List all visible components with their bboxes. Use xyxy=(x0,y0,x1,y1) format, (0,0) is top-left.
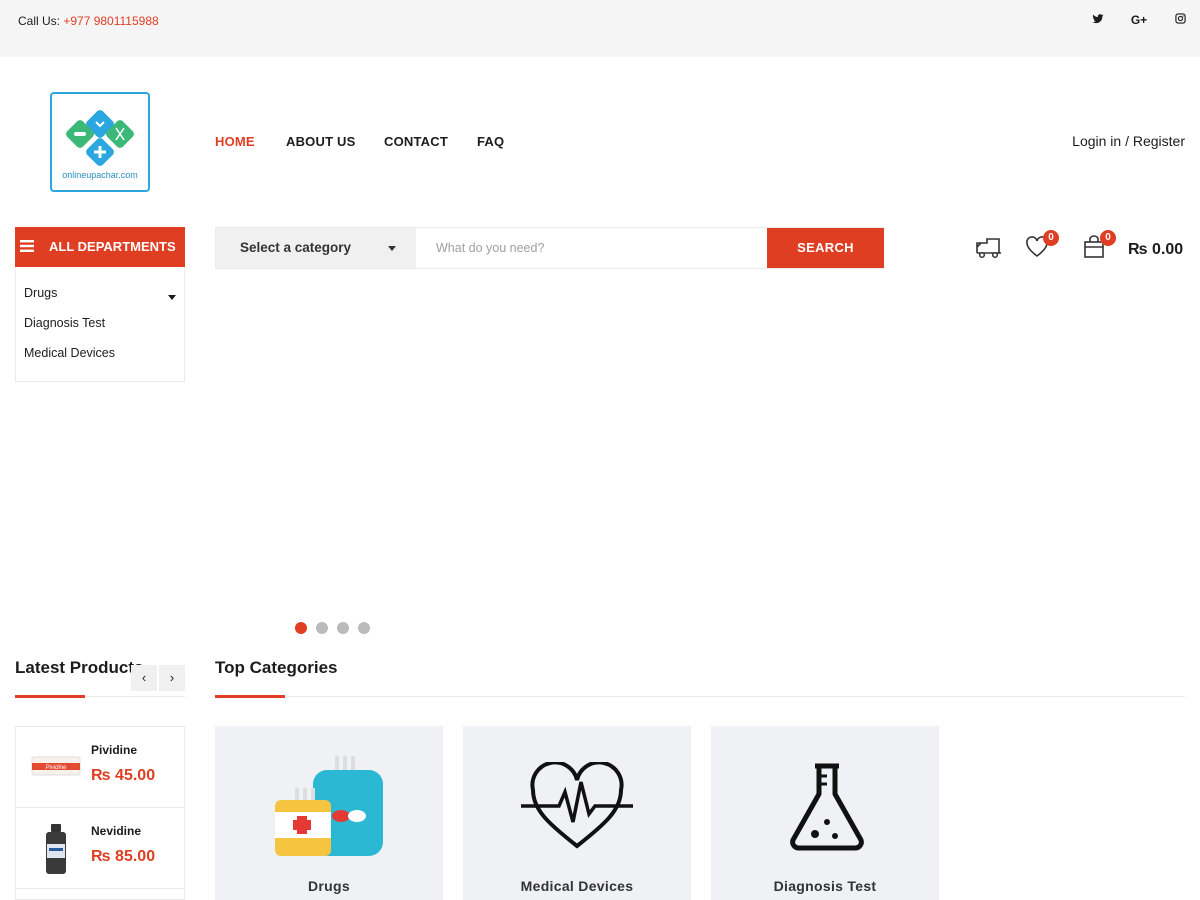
product-item[interactable]: Nevidine ₨ 85.00 xyxy=(16,808,184,889)
login-register-link[interactable]: Login in / Register xyxy=(1072,133,1185,149)
departments-list: Drugs Diagnosis Test Medical Devices xyxy=(15,267,185,382)
category-card-drugs[interactable]: Drugs xyxy=(215,726,443,900)
slider-dot-4[interactable] xyxy=(358,622,370,634)
category-card-medical-devices[interactable]: Medical Devices xyxy=(463,726,691,900)
google-plus-icon[interactable]: G+ xyxy=(1129,13,1149,27)
category-name[interactable]: Medical Devices xyxy=(463,878,691,894)
category-name[interactable]: Diagnosis Test xyxy=(711,878,939,894)
category-name[interactable]: Drugs xyxy=(215,878,443,894)
product-item[interactable]: Pividine Pividine ₨ 45.00 xyxy=(16,727,184,808)
slider-dot-2[interactable] xyxy=(316,622,328,634)
product-image-pividine: Pividine xyxy=(31,756,81,776)
call-us: Call Us: +977 9801115988 xyxy=(18,14,159,28)
cart-total: ₨ 0.00 xyxy=(1128,241,1184,258)
nav-home[interactable]: HOME xyxy=(215,134,255,149)
top-bar: Call Us: +977 9801115988 G+ xyxy=(0,0,1200,57)
cart-count-badge: 0 xyxy=(1100,230,1116,246)
top-categories-title: Top Categories xyxy=(215,658,338,677)
nav-faq[interactable]: FAQ xyxy=(477,134,504,149)
title-underline xyxy=(15,695,85,698)
dept-item-diagnosis-test[interactable]: Diagnosis Test xyxy=(24,316,105,330)
truck-icon[interactable] xyxy=(975,235,1003,259)
menu-icon xyxy=(20,240,34,252)
medicine-bottle-icon xyxy=(275,756,383,856)
all-departments-button[interactable]: ALL DEPARTMENTS xyxy=(15,227,185,267)
title-underline xyxy=(215,695,285,698)
nav-about[interactable]: ABOUT US xyxy=(286,134,356,149)
product-price: ₨ 45.00 xyxy=(91,767,156,784)
heart-pulse-icon xyxy=(521,762,633,849)
slider-dot-1[interactable] xyxy=(295,622,307,634)
category-select-label: Select a category xyxy=(240,240,352,255)
latest-products-title: Latest Products xyxy=(15,658,144,677)
latest-products-list: Pividine Pividine ₨ 45.00 Nevidine ₨ 85.… xyxy=(15,726,185,900)
next-arrow-button[interactable]: › xyxy=(159,665,185,691)
call-label: Call Us: xyxy=(18,14,64,28)
caret-down-icon[interactable] xyxy=(168,295,176,300)
product-image-nevidine xyxy=(46,824,66,874)
header: onlineupachar.com HOME ABOUT US CONTACT … xyxy=(0,57,1200,227)
twitter-icon[interactable] xyxy=(1089,13,1107,28)
divider xyxy=(215,696,1185,697)
category-select[interactable]: Select a category xyxy=(216,228,416,268)
prev-arrow-button[interactable]: ‹ xyxy=(131,665,157,691)
chevron-down-icon xyxy=(388,246,396,251)
wishlist-count-badge: 0 xyxy=(1043,230,1059,246)
product-name[interactable]: Nevidine xyxy=(91,824,141,838)
slider-dot-3[interactable] xyxy=(337,622,349,634)
search-bar: Select a category SEARCH xyxy=(215,227,884,269)
flask-icon xyxy=(790,763,864,851)
product-name[interactable]: Pividine xyxy=(91,743,137,757)
nav-contact[interactable]: CONTACT xyxy=(384,134,448,149)
phone-link[interactable]: +977 9801115988 xyxy=(63,14,158,28)
dept-item-medical-devices[interactable]: Medical Devices xyxy=(24,346,115,360)
svg-text:Pividine: Pividine xyxy=(45,765,67,771)
all-departments-label: ALL DEPARTMENTS xyxy=(49,239,176,254)
logo-text: onlineupachar.com xyxy=(62,170,138,180)
product-price: ₨ 85.00 xyxy=(91,848,156,865)
category-card-diagnosis-test[interactable]: Diagnosis Test xyxy=(711,726,939,900)
site-logo[interactable]: onlineupachar.com xyxy=(50,92,150,192)
instagram-icon[interactable] xyxy=(1171,13,1189,27)
search-input[interactable] xyxy=(416,228,767,268)
search-button[interactable]: SEARCH xyxy=(767,228,884,268)
dept-item-drugs[interactable]: Drugs xyxy=(24,286,57,300)
